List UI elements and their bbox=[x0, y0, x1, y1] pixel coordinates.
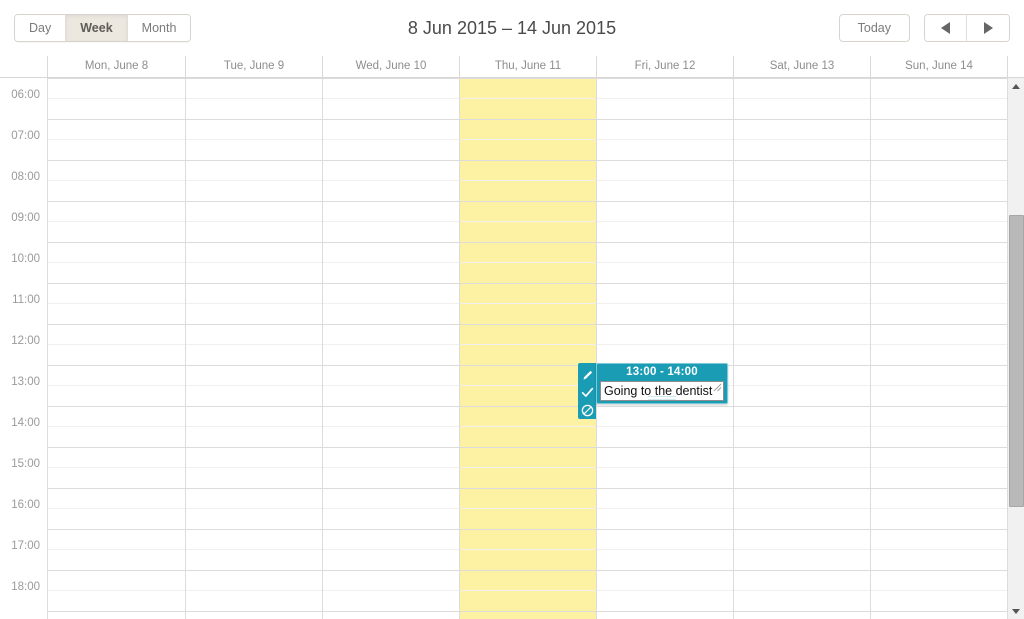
time-label-1500: 15:00 bbox=[11, 458, 40, 470]
event-toolbar bbox=[578, 363, 596, 419]
time-gutter-corner bbox=[0, 56, 47, 77]
event-time-range: 13:00 - 14:00 bbox=[626, 366, 698, 378]
event-resize-handle[interactable] bbox=[648, 396, 676, 401]
view-button-day[interactable]: Day bbox=[15, 15, 67, 41]
vertical-scrollbar[interactable] bbox=[1007, 78, 1024, 619]
today-button[interactable]: Today bbox=[838, 14, 910, 42]
day-header-sun[interactable]: Sun, June 14 bbox=[870, 56, 1008, 77]
time-gutter: 06:00 07:00 08:00 09:00 10:00 11:00 12:0… bbox=[0, 78, 47, 619]
chevron-right-icon bbox=[983, 22, 993, 34]
day-separators bbox=[47, 78, 1009, 619]
accept-icon[interactable] bbox=[578, 384, 596, 401]
next-week-button[interactable] bbox=[967, 15, 1009, 41]
view-button-month[interactable]: Month bbox=[127, 15, 191, 41]
calendar-grid: Mon, June 8 Tue, June 9 Wed, June 10 Thu… bbox=[0, 56, 1024, 619]
edit-icon[interactable] bbox=[578, 367, 596, 384]
chevron-left-icon bbox=[941, 22, 950, 34]
view-switcher: Day Week Month bbox=[14, 14, 192, 42]
day-header-sat[interactable]: Sat, June 13 bbox=[733, 56, 870, 77]
time-label-1300: 13:00 bbox=[11, 376, 40, 388]
calendar-body: 06:00 07:00 08:00 09:00 10:00 11:00 12:0… bbox=[0, 78, 1024, 619]
time-label-0900: 09:00 bbox=[11, 212, 40, 224]
time-label-1100: 11:00 bbox=[12, 294, 40, 306]
day-header-tue[interactable]: Tue, June 9 bbox=[185, 56, 322, 77]
day-header-thu[interactable]: Thu, June 11 bbox=[459, 56, 596, 77]
scroll-down-button[interactable] bbox=[1008, 603, 1023, 619]
time-label-0600: 06:00 bbox=[11, 89, 40, 101]
previous-week-button[interactable] bbox=[925, 15, 967, 41]
scroll-up-arrow-icon bbox=[1011, 83, 1020, 89]
event-body[interactable]: 13:00 - 14:00 bbox=[596, 363, 728, 404]
time-label-1400: 14:00 bbox=[11, 417, 40, 429]
day-header-mon[interactable]: Mon, June 8 bbox=[47, 56, 185, 77]
day-columns-area: 13:00 - 14:00 bbox=[47, 78, 1009, 619]
day-header-wed[interactable]: Wed, June 10 bbox=[322, 56, 459, 77]
time-label-1200: 12:00 bbox=[11, 335, 40, 347]
scrollbar-thumb[interactable] bbox=[1009, 215, 1024, 507]
time-label-1000: 10:00 bbox=[11, 253, 40, 265]
cancel-icon[interactable] bbox=[578, 402, 596, 419]
view-button-week[interactable]: Week bbox=[66, 15, 128, 41]
calendar-toolbar: Day Week Month 8 Jun 2015 – 14 Jun 2015 … bbox=[0, 0, 1024, 56]
day-header-fri[interactable]: Fri, June 12 bbox=[596, 56, 733, 77]
time-label-1800: 18:00 bbox=[11, 581, 40, 593]
date-navigation bbox=[924, 14, 1010, 42]
time-label-0800: 08:00 bbox=[11, 171, 40, 183]
scroll-up-button[interactable] bbox=[1008, 78, 1023, 94]
day-header-row: Mon, June 8 Tue, June 9 Wed, June 10 Thu… bbox=[0, 56, 1024, 78]
time-label-1600: 16:00 bbox=[11, 499, 40, 511]
calendar-app: Day Week Month 8 Jun 2015 – 14 Jun 2015 … bbox=[0, 0, 1024, 619]
scroll-down-arrow-icon bbox=[1011, 608, 1020, 614]
time-label-0700: 07:00 bbox=[11, 130, 40, 142]
time-label-1700: 17:00 bbox=[11, 540, 40, 552]
